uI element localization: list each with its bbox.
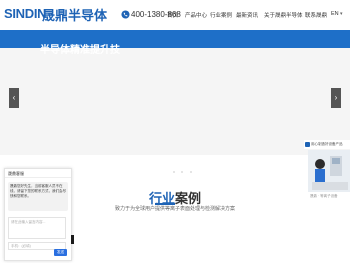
header: SINDIN 晟鼎半导体 400-1380-868 首页 产品中心 行业案例 最… — [0, 0, 350, 30]
hero-prev-button[interactable]: ‹ — [9, 88, 19, 108]
language-switch[interactable]: EN — [331, 11, 339, 17]
chat-widget: 晟鼎客服 晟鼎您好先生，当前客服人员不在线，请留下您的联系方式，我们会尽快和您联… — [4, 168, 72, 261]
promo-icon — [305, 141, 310, 147]
equipment-illustration — [308, 150, 350, 192]
nav-news[interactable]: 最新资讯 — [236, 11, 258, 19]
hero-next-button[interactable]: › — [331, 88, 341, 108]
promo-label-text: 用心制造好设备产品 — [311, 142, 343, 146]
chevron-down-icon: ▾ — [340, 11, 343, 17]
section-title-rest: 案例 — [175, 191, 202, 206]
chat-send-button[interactable]: 发送 — [54, 249, 67, 256]
chat-edge — [71, 235, 74, 244]
logo-cn[interactable]: 晟鼎半导体 — [42, 5, 107, 24]
chat-header: 晟鼎客服 — [5, 169, 71, 178]
chat-message: 晟鼎您好先生，当前客服人员不在线，请留下您的联系方式，我们会尽快和您联系。 — [8, 182, 68, 211]
nav-products[interactable]: 产品中心 — [185, 11, 207, 19]
promo-caption: 晟鼎 · 等离子设备 — [310, 194, 338, 198]
carousel-dot[interactable] — [189, 171, 192, 173]
promo-image[interactable] — [308, 150, 350, 192]
nav-cases[interactable]: 行业案例 — [210, 11, 232, 19]
hero-banner: 半导体精准提升技 ‹ › — [0, 30, 350, 155]
carousel-dot[interactable] — [181, 171, 184, 173]
nav-about[interactable]: 关于晟鼎半导体 — [264, 11, 303, 19]
nav-home[interactable]: 首页 — [167, 11, 178, 19]
chat-message-input[interactable]: 请在此输入留言内容... — [8, 217, 66, 239]
carousel-dots — [172, 160, 193, 178]
promo-label: 用心制造好设备产品 — [304, 140, 350, 149]
logo[interactable]: SINDIN — [4, 6, 47, 21]
phone-icon — [121, 10, 130, 19]
promo-card[interactable]: 用心制造好设备产品 晟鼎 · 等离子设备 — [304, 140, 350, 203]
nav-contact[interactable]: 联系晟鼎 — [305, 11, 327, 19]
hero-title: 半导体精准提升技 — [40, 45, 120, 56]
carousel-dot[interactable] — [173, 171, 175, 173]
